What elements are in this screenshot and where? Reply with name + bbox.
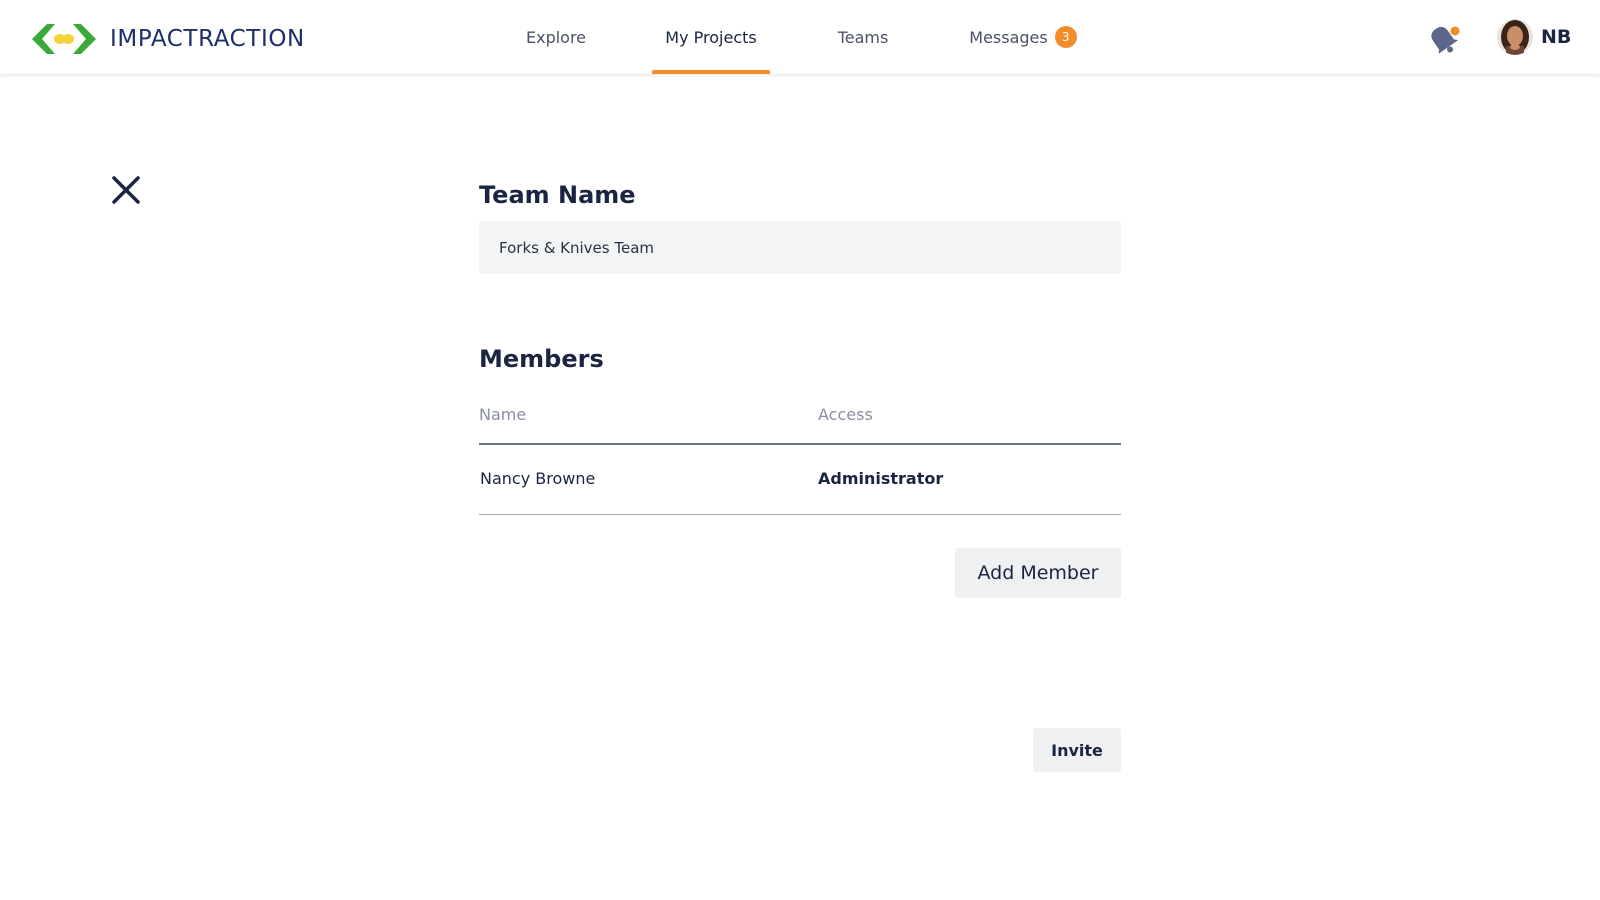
close-icon[interactable] — [111, 175, 141, 205]
top-navigation-bar: IMPACTRACTION Explore My Projects Teams … — [0, 0, 1600, 74]
invite-button[interactable]: Invite — [1033, 728, 1121, 772]
add-member-button[interactable]: Add Member — [955, 548, 1121, 598]
nav-my-projects[interactable]: My Projects — [652, 0, 770, 74]
main-nav: Explore My Projects Teams Messages 3 — [0, 0, 1600, 74]
table-row[interactable]: Nancy Browne Administrator — [479, 446, 1121, 514]
user-menu[interactable]: NB — [1497, 19, 1571, 55]
column-header-access: Access — [818, 405, 873, 424]
member-name: Nancy Browne — [480, 469, 596, 488]
row-divider — [479, 514, 1121, 515]
messages-count-badge: 3 — [1054, 26, 1077, 48]
nav-explore[interactable]: Explore — [526, 0, 586, 74]
nav-messages-label: Messages — [969, 27, 1048, 47]
nav-my-projects-label: My Projects — [665, 27, 757, 47]
column-header-name: Name — [479, 405, 527, 424]
members-heading: Members — [479, 345, 604, 373]
user-initials: NB — [1541, 26, 1572, 48]
nav-teams-label: Teams — [837, 27, 889, 47]
nav-teams[interactable]: Teams — [837, 0, 889, 74]
table-header-divider — [479, 443, 1121, 445]
team-name-input[interactable] — [479, 221, 1121, 274]
member-access: Administrator — [818, 469, 944, 488]
avatar — [1497, 19, 1533, 55]
nav-messages[interactable]: Messages 3 — [969, 0, 1077, 74]
nav-explore-label: Explore — [525, 27, 587, 47]
team-name-heading: Team Name — [479, 181, 636, 209]
bell-icon[interactable] — [1422, 20, 1464, 56]
